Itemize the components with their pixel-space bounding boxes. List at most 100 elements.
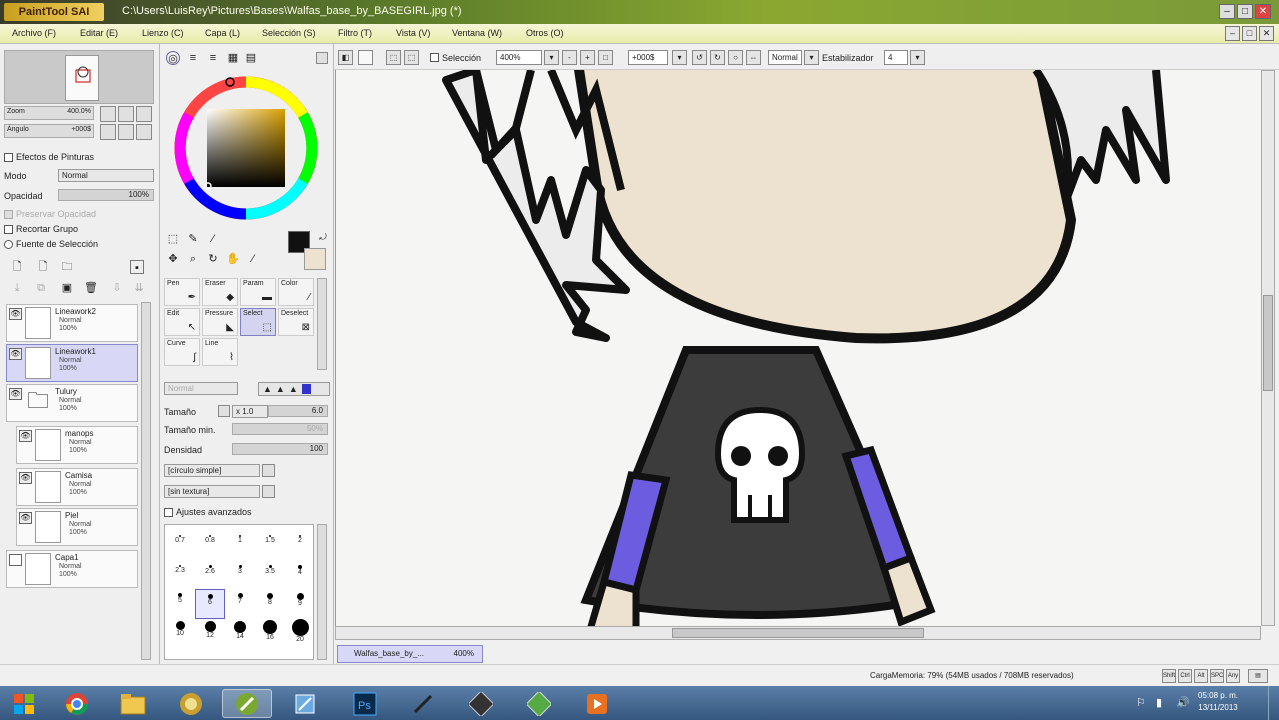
flash-icon[interactable] bbox=[456, 689, 506, 718]
preserve-opacity-checkbox[interactable] bbox=[4, 210, 13, 219]
copy-layer-icon[interactable]: ⧉ bbox=[34, 281, 48, 295]
tool-curve[interactable]: Curve ∫ bbox=[164, 338, 200, 366]
brush-size-cell[interactable]: 16 bbox=[255, 619, 285, 649]
brush-texture-select[interactable]: [sin textura] bbox=[164, 485, 260, 498]
doc-minimize-button[interactable]: ‒ bbox=[1225, 26, 1240, 41]
clear-layer-icon[interactable]: ▣ bbox=[60, 281, 74, 295]
rect-select-icon[interactable]: ⬚ bbox=[166, 232, 180, 246]
zoom-fit-button[interactable]: □ bbox=[598, 50, 613, 65]
tool-pen[interactable]: Pen ✒ bbox=[164, 278, 200, 306]
tray-flag-icon[interactable]: ⚐ bbox=[1136, 696, 1146, 709]
zoom-field[interactable]: 400% bbox=[496, 50, 542, 65]
zoom-out-button[interactable] bbox=[100, 106, 116, 122]
blend-mode-select[interactable]: Normal bbox=[58, 169, 154, 182]
brush-size-cell[interactable]: 10 bbox=[165, 619, 195, 649]
advanced-settings-checkbox[interactable] bbox=[164, 508, 173, 517]
zoom-in-tb-button[interactable]: + bbox=[580, 50, 595, 65]
transfer-down-icon[interactable]: ⇩ bbox=[110, 281, 124, 295]
brush-size-grid[interactable]: 0.7 0.8 1 1.5 2 2.3 2.6 3 3.5 4 5 6 7 8 … bbox=[164, 524, 314, 660]
merge-down-icon[interactable]: ⇊ bbox=[132, 281, 146, 295]
size-slider[interactable]: 6.0 bbox=[268, 405, 328, 417]
tool-scrollbar[interactable] bbox=[317, 278, 327, 370]
brush-size-cell[interactable]: 1.5 bbox=[255, 529, 285, 559]
photoshop-icon[interactable]: Ps bbox=[340, 689, 390, 718]
tool-color[interactable]: Color ⁄ bbox=[278, 278, 314, 306]
brush-size-cell[interactable]: 0.8 bbox=[195, 529, 225, 559]
brush-size-cell[interactable]: 2.3 bbox=[165, 559, 195, 589]
brush-size-cell[interactable]: 2.6 bbox=[195, 559, 225, 589]
status-menu-button[interactable]: ▤ bbox=[1248, 669, 1268, 683]
zoom-reset-button[interactable] bbox=[136, 106, 152, 122]
brush-size-cell[interactable]: 3.5 bbox=[255, 559, 285, 589]
new-linework-layer-icon[interactable]: 🗋 bbox=[36, 260, 50, 274]
deselect-button[interactable]: ⬚ bbox=[386, 50, 401, 65]
lasso-icon[interactable]: ✎ bbox=[186, 232, 200, 246]
drawing-canvas[interactable] bbox=[335, 70, 1261, 626]
scratchpad-icon[interactable]: ▤ bbox=[244, 51, 258, 65]
vertical-scroll-thumb[interactable] bbox=[1263, 295, 1273, 391]
size-multiplier-select[interactable]: x 1.0 bbox=[232, 405, 268, 418]
sai-icon[interactable] bbox=[222, 689, 272, 718]
tray-volume-icon[interactable]: 🔊 bbox=[1176, 696, 1190, 709]
navigator[interactable] bbox=[4, 50, 154, 104]
minimize-button[interactable]: ‒ bbox=[1219, 4, 1235, 19]
show-desktop-button[interactable] bbox=[1268, 686, 1279, 720]
brush-size-cell[interactable]: 2 bbox=[285, 529, 315, 559]
zoom-out-tb-button[interactable]: - bbox=[562, 50, 577, 65]
tool-deselect[interactable]: Deselect ⊠ bbox=[278, 308, 314, 336]
zoom-in-button[interactable] bbox=[118, 106, 134, 122]
trash-icon[interactable]: 🗑 bbox=[84, 281, 98, 295]
zoom-dropdown-button[interactable]: ▾ bbox=[544, 50, 559, 65]
clip-group-checkbox[interactable] bbox=[4, 225, 13, 234]
brush-shape-select[interactable]: [círculo simple] bbox=[164, 464, 260, 477]
menu-editar[interactable]: Editar (E) bbox=[80, 28, 118, 38]
brush-size-cell[interactable]: 0.7 bbox=[165, 529, 195, 559]
secondary-color-swatch[interactable] bbox=[304, 248, 326, 270]
close-button[interactable]: ✕ bbox=[1255, 4, 1271, 19]
merge-icon[interactable]: ⤓ bbox=[10, 281, 24, 295]
zoom-slider[interactable]: Zoom 400.0% bbox=[4, 106, 94, 120]
hand-icon[interactable]: ✋ bbox=[226, 252, 240, 266]
menu-lienzo[interactable]: Lienzo (C) bbox=[142, 28, 184, 38]
tool-param[interactable]: Param ▬ bbox=[240, 278, 276, 306]
brush-size-cell[interactable]: 8 bbox=[255, 589, 285, 619]
flip-button[interactable]: ⇔ bbox=[746, 50, 761, 65]
opacity-slider[interactable]: 100% bbox=[58, 189, 154, 201]
toolbar-blank-button[interactable] bbox=[358, 50, 373, 65]
selection-source-radio[interactable] bbox=[4, 240, 13, 249]
brush-size-cell[interactable]: 14 bbox=[225, 619, 255, 649]
layer-scrollbar[interactable] bbox=[141, 302, 151, 660]
toolbar-options-button[interactable]: ◧ bbox=[338, 50, 353, 65]
hsv-slider-icon[interactable]: ≡ bbox=[206, 51, 220, 65]
tray-network-icon[interactable]: ▮ bbox=[1156, 696, 1162, 709]
rotate-reset-button[interactable] bbox=[136, 124, 152, 140]
document-tab[interactable]: Walfas_base_by_... 400% bbox=[337, 645, 483, 663]
brush-mode-select[interactable]: Normal bbox=[164, 382, 238, 395]
brush-size-cell[interactable]: 1 bbox=[225, 529, 255, 559]
size-lock-button[interactable] bbox=[218, 405, 230, 417]
visibility-eye-icon[interactable]: 👁 bbox=[19, 430, 32, 442]
selection-checkbox[interactable] bbox=[430, 53, 439, 62]
menu-ventana[interactable]: Ventana (W) bbox=[452, 28, 502, 38]
brush-size-cell[interactable]: 5 bbox=[165, 589, 195, 619]
tool-edit[interactable]: Edit ↖ bbox=[164, 308, 200, 336]
color-panel-menu-button[interactable] bbox=[316, 52, 328, 64]
tool-pressure[interactable]: Pressure ◣ bbox=[202, 308, 238, 336]
density-slider[interactable]: 100 bbox=[232, 443, 328, 455]
color-wheel-mode-icon[interactable]: ◎ bbox=[166, 51, 180, 65]
menu-archivo[interactable]: Archivo (F) bbox=[12, 28, 56, 38]
move-icon[interactable]: ✥ bbox=[166, 252, 180, 266]
swap-colors-icon[interactable]: ⤾ bbox=[316, 230, 330, 244]
visibility-eye-icon[interactable]: 👁 bbox=[19, 472, 32, 484]
magic-wand-icon[interactable]: ⁄ bbox=[206, 232, 220, 246]
menu-seleccion[interactable]: Selección (S) bbox=[262, 28, 316, 38]
brush-size-cell-selected[interactable]: 6 bbox=[195, 589, 225, 619]
doc-restore-button[interactable]: □ bbox=[1242, 26, 1257, 41]
brush-size-cell[interactable]: 20 bbox=[285, 619, 315, 649]
canvas-horizontal-scrollbar[interactable] bbox=[335, 626, 1261, 640]
brush-shape-dropdown[interactable] bbox=[262, 464, 275, 477]
brush-size-cell[interactable]: 7 bbox=[225, 589, 255, 619]
chrome-icon[interactable] bbox=[52, 689, 102, 718]
zoom-icon[interactable]: ⌕ bbox=[186, 252, 200, 266]
rotate-left-button[interactable] bbox=[100, 124, 116, 140]
